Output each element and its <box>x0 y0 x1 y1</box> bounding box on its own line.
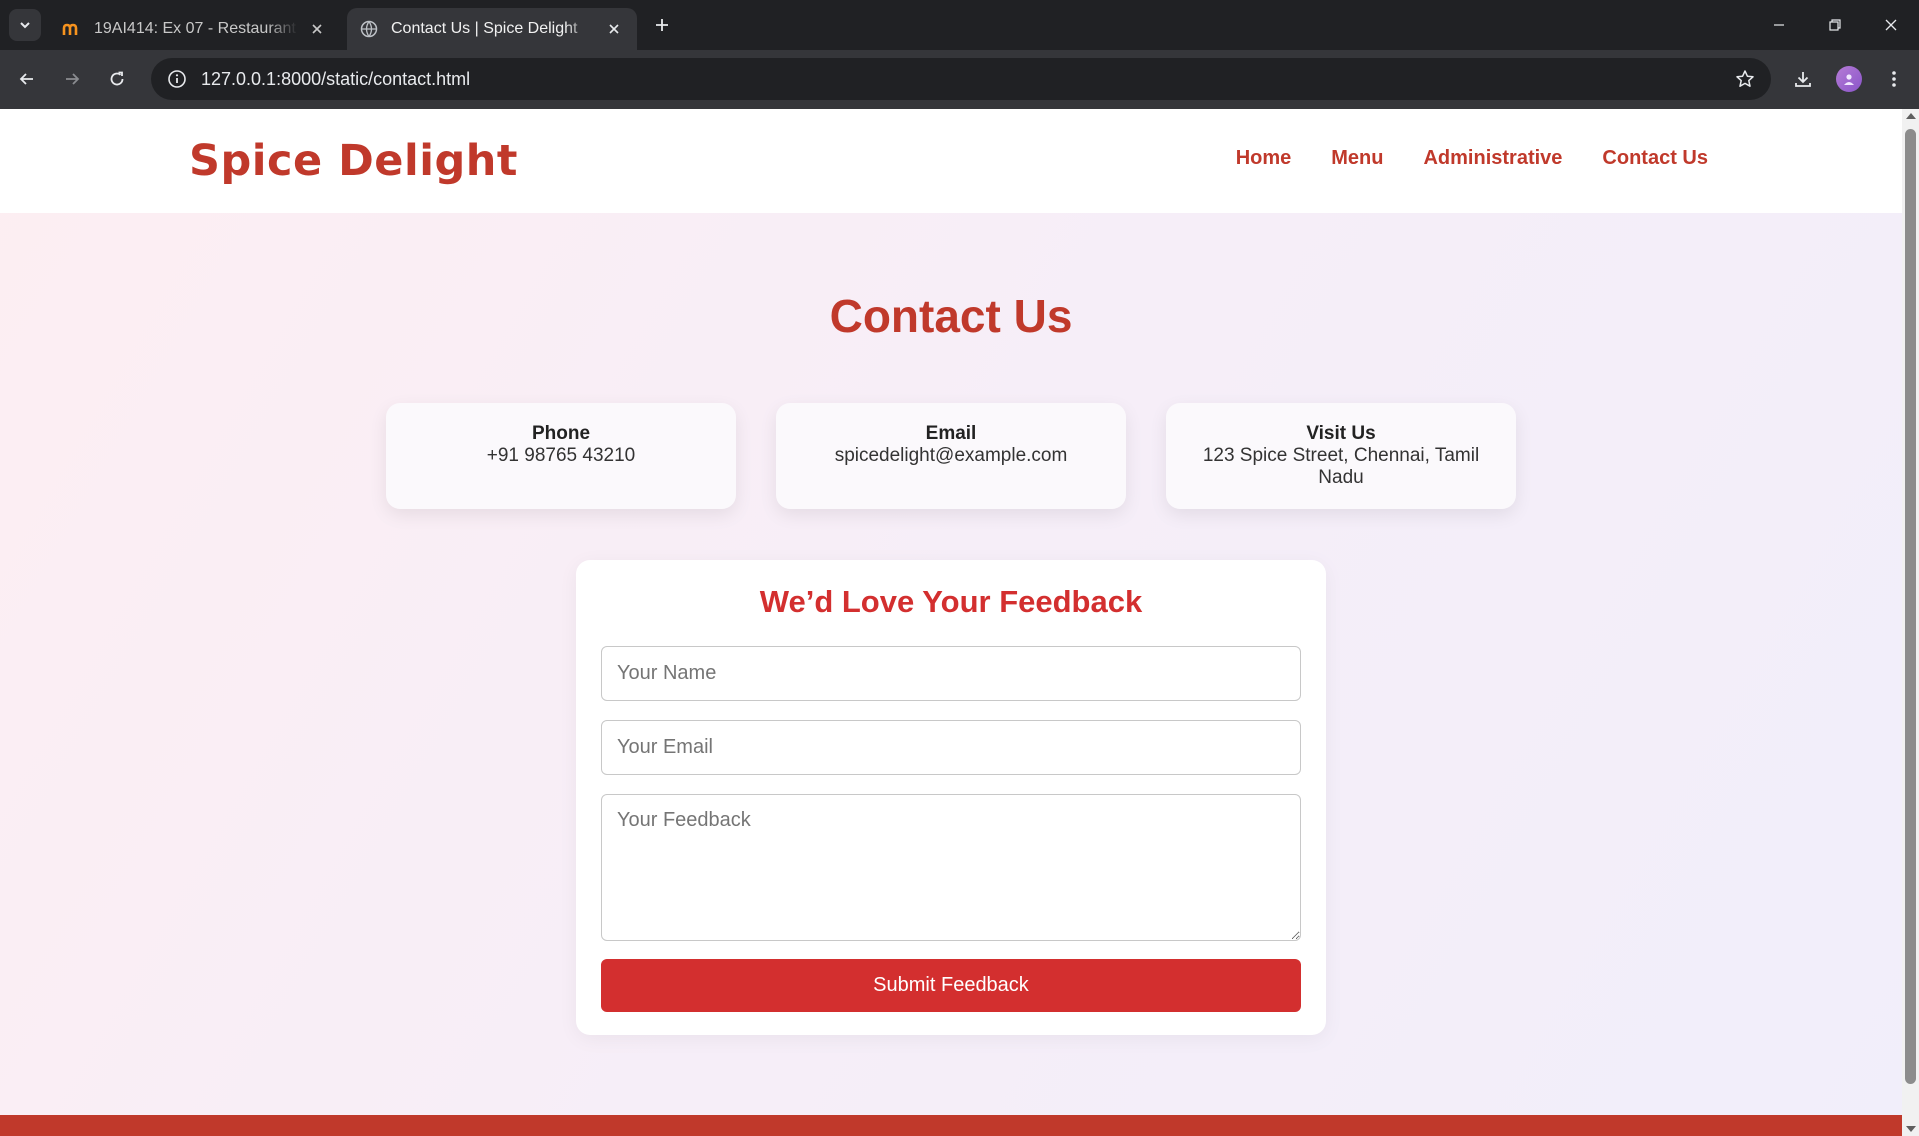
address-bar[interactable]: 127.0.0.1:8000/static/contact.html <box>151 58 1771 100</box>
close-tab-icon[interactable] <box>603 18 625 40</box>
visit-us-card: Visit Us 123 Spice Street, Chennai, Tami… <box>1166 403 1516 509</box>
close-window-button[interactable] <box>1863 0 1919 50</box>
forward-button[interactable] <box>55 62 89 96</box>
site-info-icon[interactable] <box>157 58 197 100</box>
tab-search-button[interactable] <box>9 9 41 41</box>
restore-icon <box>1829 19 1841 31</box>
new-tab-button[interactable] <box>650 13 674 37</box>
site-header: Spice Delight Home Menu Administrative C… <box>0 109 1902 213</box>
nav-home-link[interactable]: Home <box>1236 147 1292 170</box>
submit-feedback-button[interactable]: Submit Feedback <box>601 959 1301 1012</box>
moodle-icon <box>62 19 82 39</box>
scroll-up-arrow-icon[interactable] <box>1906 113 1916 119</box>
page-scrollbar[interactable] <box>1902 109 1919 1136</box>
more-vertical-icon <box>1892 71 1896 87</box>
site-logo[interactable]: Spice Delight <box>189 136 518 186</box>
nav-menu-link[interactable]: Menu <box>1331 147 1383 170</box>
scroll-down-arrow-icon[interactable] <box>1906 1126 1916 1132</box>
card-text: +91 98765 43210 <box>486 445 636 466</box>
main-nav: Home Menu Administrative Contact Us <box>1236 147 1708 170</box>
profile-button[interactable] <box>1832 62 1866 96</box>
arrow-right-icon <box>66 73 80 85</box>
browser-menu-button[interactable] <box>1877 62 1911 96</box>
email-card: Email spicedelight@example.com <box>776 403 1126 509</box>
phone-card: Phone +91 98765 43210 <box>386 403 736 509</box>
nav-contact-us-link[interactable]: Contact Us <box>1602 147 1708 170</box>
site-footer <box>0 1115 1902 1136</box>
tab-title: 19AI414: Ex 07 - Restaurant Website <box>94 20 298 37</box>
back-button[interactable] <box>10 62 44 96</box>
close-icon <box>1885 19 1897 31</box>
bookmark-star-icon[interactable] <box>1725 58 1765 100</box>
page-title: Contact Us <box>829 290 1073 342</box>
minimize-button[interactable] <box>1751 0 1807 50</box>
card-text: 123 Spice Street, Chennai, Tamil Nadu <box>1202 445 1480 488</box>
card-heading: Visit Us <box>1306 423 1376 444</box>
browser-tab-bar: 19AI414: Ex 07 - Restaurant Website Cont… <box>0 0 1919 50</box>
browser-toolbar: 127.0.0.1:8000/static/contact.html <box>0 50 1919 109</box>
url-text[interactable]: 127.0.0.1:8000/static/contact.html <box>201 69 1725 90</box>
download-icon <box>1795 72 1811 87</box>
card-text: spicedelight@example.com <box>834 445 1068 466</box>
nav-administrative-link[interactable]: Administrative <box>1423 147 1562 170</box>
plus-icon <box>656 19 668 31</box>
name-field[interactable] <box>601 646 1301 701</box>
reload-button[interactable] <box>100 62 134 96</box>
feedback-heading: We’d Love Your Feedback <box>759 584 1143 619</box>
feedback-textarea[interactable] <box>601 794 1301 941</box>
tab-contact-us[interactable]: Contact Us | Spice Delight <box>347 8 637 50</box>
feedback-form: We’d Love Your Feedback Submit Feedback <box>576 560 1326 1035</box>
chevron-down-icon <box>20 22 30 29</box>
arrow-left-icon <box>19 73 33 85</box>
email-field[interactable] <box>601 720 1301 775</box>
contact-info-cards: Phone +91 98765 43210 Email spicedelight… <box>386 403 1516 509</box>
card-heading: Phone <box>531 423 591 444</box>
restore-button[interactable] <box>1807 0 1863 50</box>
card-heading: Email <box>925 423 977 444</box>
tab-restaurant-website[interactable]: 19AI414: Ex 07 - Restaurant Website <box>50 8 340 50</box>
page-viewport: Spice Delight Home Menu Administrative C… <box>0 109 1919 1136</box>
downloads-button[interactable] <box>1786 62 1820 96</box>
minimize-icon <box>1774 24 1784 26</box>
close-tab-icon[interactable] <box>306 18 328 40</box>
avatar <box>1836 66 1862 92</box>
tab-title: Contact Us | Spice Delight <box>391 20 578 37</box>
scrollbar-thumb[interactable] <box>1905 129 1916 1084</box>
globe-icon <box>359 19 379 39</box>
reload-icon <box>110 71 124 86</box>
